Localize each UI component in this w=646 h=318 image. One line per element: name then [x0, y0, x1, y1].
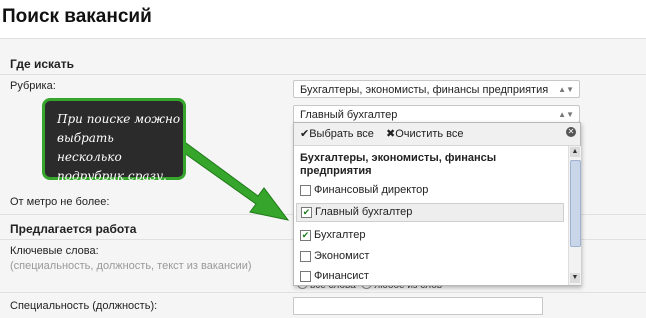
hint-callout: При поиске можно выбрать несколько подру… — [42, 98, 186, 183]
callout-text: При поиске можно выбрать несколько подру… — [57, 112, 181, 183]
